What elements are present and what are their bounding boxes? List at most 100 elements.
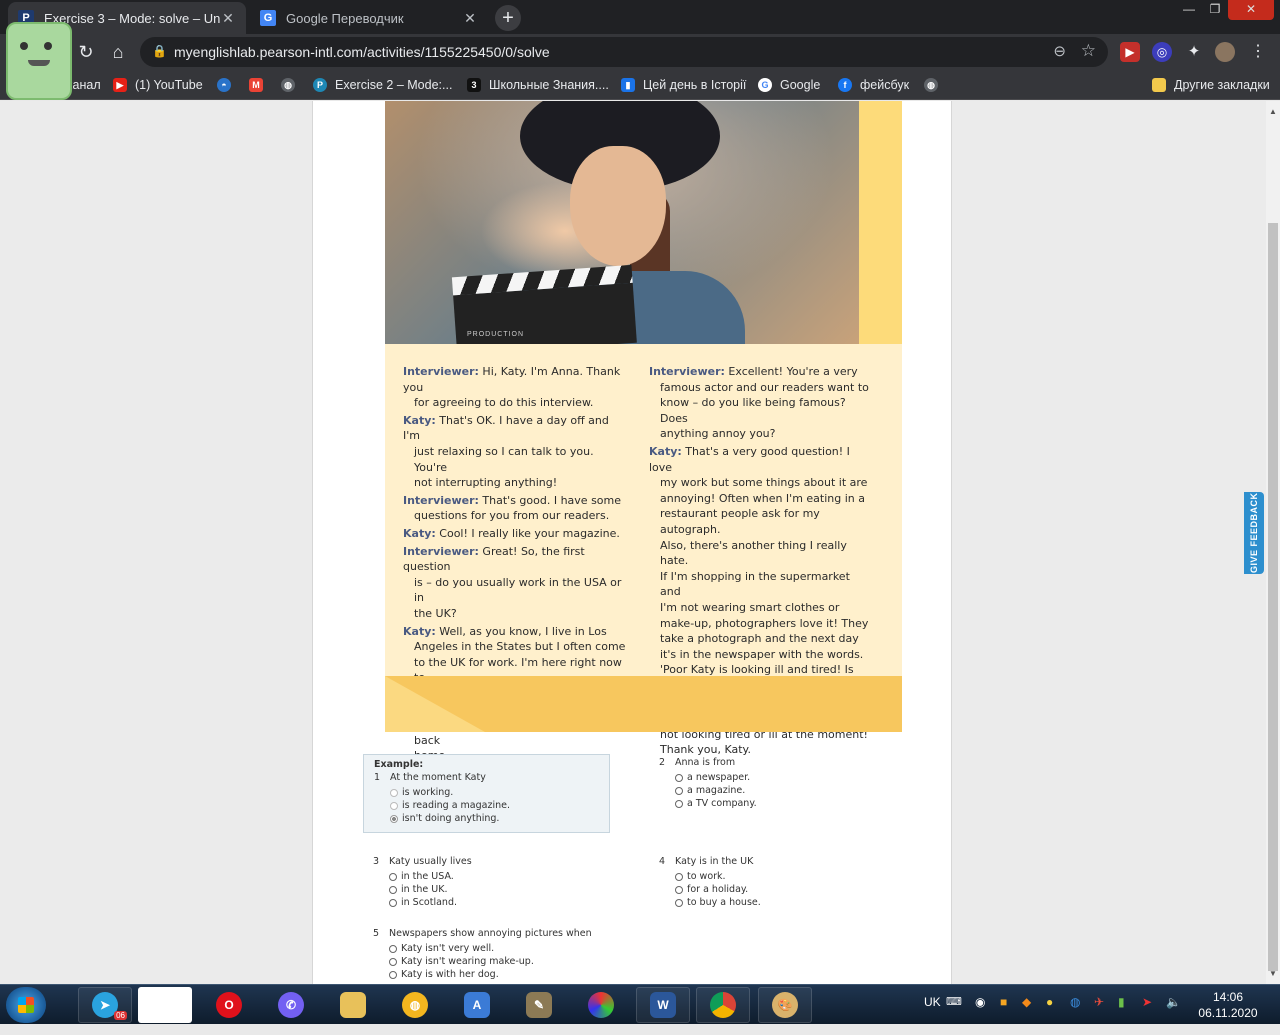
answer-option[interactable]: a magazine. xyxy=(675,784,899,797)
taskbar-opera[interactable]: O xyxy=(202,987,256,1023)
scroll-up-icon[interactable]: ▲ xyxy=(1269,107,1277,116)
taskbar-chrome[interactable] xyxy=(696,987,750,1023)
discord-icon[interactable]: ◉ xyxy=(975,995,985,1035)
question-5: 5 Newspapers show annoying pictures when K… xyxy=(373,928,673,981)
taskbar-font-app[interactable]: A xyxy=(450,987,504,1023)
taskbar-vpn[interactable]: ◍ xyxy=(388,987,442,1023)
radio-button[interactable] xyxy=(389,885,397,894)
bookmark-item[interactable]: 3 Школьные Знания.... xyxy=(467,76,609,94)
minimize-icon[interactable]: — xyxy=(1176,0,1202,20)
start-button[interactable] xyxy=(6,987,46,1023)
radio-button[interactable] xyxy=(389,970,397,979)
radio-button[interactable] xyxy=(389,944,397,953)
radio-button[interactable] xyxy=(389,898,397,907)
option-label: in the USA. xyxy=(401,871,454,882)
option-label: Katy is with her dog. xyxy=(401,969,499,980)
bookmark-item[interactable]: G Google xyxy=(758,76,820,94)
profile-avatar[interactable] xyxy=(1215,42,1235,62)
answer-option[interactable]: to buy a house. xyxy=(675,896,899,909)
dialogue-text: it's in the newspaper with the words. xyxy=(660,647,864,661)
address-bar[interactable]: 🔒 myenglishlab.pearson-intl.com/activiti… xyxy=(140,37,1108,67)
tab-translate[interactable]: G Google Переводчик ✕ xyxy=(250,2,488,34)
taskbar-color-app[interactable] xyxy=(574,987,628,1023)
answer-option[interactable]: Katy is with her dog. xyxy=(389,968,673,981)
taskbar-explorer[interactable] xyxy=(326,987,380,1023)
scroll-down-icon[interactable]: ▼ xyxy=(1269,969,1277,978)
new-tab-button[interactable]: + xyxy=(495,5,521,31)
extension-icon[interactable]: ▶ xyxy=(1120,42,1140,62)
google-translate-icon: G xyxy=(260,10,276,26)
scroll-thumb[interactable] xyxy=(1268,223,1278,971)
radio-button[interactable] xyxy=(389,872,397,881)
close-tab-icon[interactable]: ✕ xyxy=(220,10,236,27)
taskbar-paint[interactable]: 🎨 xyxy=(758,987,812,1023)
radio-button xyxy=(390,788,398,797)
taskbar-blank-window[interactable] xyxy=(138,987,192,1023)
bookmark-item[interactable]: M xyxy=(249,76,271,94)
taskbar-app[interactable]: ✎ xyxy=(512,987,566,1023)
reload-icon[interactable]: ↻ xyxy=(74,40,98,64)
document-a-icon: A xyxy=(464,992,490,1018)
bookmark-item[interactable]: ◍ xyxy=(281,76,303,94)
answer-option[interactable]: a newspaper. xyxy=(675,771,899,784)
system-clock[interactable]: 14:06 06.11.2020 xyxy=(1196,989,1260,1021)
dialogue-text: annoying! Often when I'm eating in a xyxy=(660,491,866,505)
tab-strip: P Exercise 3 – Mode: solve – Unit 2 ✕ G … xyxy=(0,0,1280,34)
dialogue-text: That's good. I have some xyxy=(482,493,622,507)
puzzle-icon[interactable]: ✦ xyxy=(1184,42,1204,62)
close-window-icon[interactable]: ✕ xyxy=(1228,0,1274,20)
radio-button[interactable] xyxy=(675,885,683,894)
bookmark-item[interactable]: ▮ Цей день в Історії xyxy=(621,76,746,94)
close-tab-icon[interactable]: ✕ xyxy=(462,10,478,27)
other-bookmarks[interactable]: Другие закладки xyxy=(1152,76,1270,94)
extension-icon[interactable]: ◎ xyxy=(1152,42,1172,62)
answer-option[interactable]: for a holiday. xyxy=(675,883,899,896)
metamask-icon[interactable]: ◆ xyxy=(1022,995,1031,1035)
radio-button[interactable] xyxy=(675,799,683,808)
volume-icon[interactable]: 🔈 xyxy=(1166,995,1181,1035)
bookmark-star-icon[interactable]: ☆ xyxy=(1081,41,1096,61)
answer-option[interactable]: Katy isn't wearing make-up. xyxy=(389,955,673,968)
menu-icon[interactable]: ⋮ xyxy=(1248,42,1268,62)
radio-button[interactable] xyxy=(675,872,683,881)
answer-option[interactable]: in the USA. xyxy=(389,870,613,883)
actress-photo: PRODUCTION xyxy=(385,101,859,344)
taskbar-telegram[interactable]: ➤ 06 xyxy=(78,987,132,1023)
keyboard-icon[interactable]: ⌨ xyxy=(946,995,962,1035)
speaker-name: Interviewer: xyxy=(649,365,725,378)
app-icon: ✎ xyxy=(526,992,552,1018)
bookmark-item[interactable]: P Exercise 2 – Mode:... xyxy=(313,76,452,94)
bookmarks-bar: ▶Ваш канал ▶(1) YouTube ◓ M ◍ PExercise … xyxy=(0,70,1280,100)
answer-option[interactable]: to work. xyxy=(675,870,899,883)
bookmark-item[interactable]: ◓ xyxy=(217,76,239,94)
taskbar-word[interactable]: W xyxy=(636,987,690,1023)
answer-option[interactable]: in Scotland. xyxy=(389,896,613,909)
network-icon[interactable]: ▮ xyxy=(1118,995,1125,1035)
tray-app-icon[interactable]: ◍ xyxy=(1070,995,1080,1035)
bookmark-item[interactable]: ◍ xyxy=(924,76,946,94)
bookmark-item[interactable]: f фейсбук xyxy=(838,76,909,94)
tray-app-icon[interactable]: ➤ xyxy=(1142,995,1152,1035)
restore-icon[interactable]: ❐ xyxy=(1202,0,1228,20)
desktop-mascot-icon xyxy=(6,22,72,100)
question-2: 2 Anna is from a newspaper. a magazine. a TV… xyxy=(659,757,899,810)
home-icon[interactable]: ⌂ xyxy=(106,40,130,64)
zoom-icon[interactable]: ⊖ xyxy=(1053,42,1066,60)
page-scrollbar[interactable]: ▲ ▼ xyxy=(1266,101,1280,984)
tray-app-icon[interactable]: ● xyxy=(1046,995,1053,1035)
radio-button[interactable] xyxy=(389,957,397,966)
question-example: Example: 1 At the moment Katy is working. i… xyxy=(363,754,610,833)
answer-option[interactable]: in the UK. xyxy=(389,883,613,896)
taskbar-viber[interactable]: ✆ xyxy=(264,987,318,1023)
answer-option[interactable]: a TV company. xyxy=(675,797,899,810)
bookmark-item[interactable]: ▶ (1) YouTube xyxy=(113,76,203,94)
radio-button[interactable] xyxy=(675,786,683,795)
language-indicator[interactable]: UK xyxy=(924,995,941,1035)
radio-button[interactable] xyxy=(675,773,683,782)
rgb-icon xyxy=(588,992,614,1018)
give-feedback-button[interactable]: GIVE FEEDBACK xyxy=(1244,492,1264,574)
radio-button[interactable] xyxy=(675,898,683,907)
tray-app-icon[interactable]: ✈ xyxy=(1094,995,1104,1035)
tray-app-icon[interactable]: ■ xyxy=(1000,995,1007,1035)
answer-option[interactable]: Katy isn't very well. xyxy=(389,942,673,955)
